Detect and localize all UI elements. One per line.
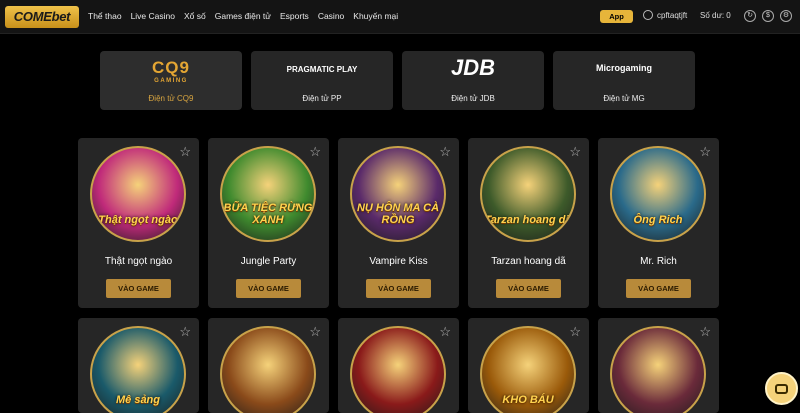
settings-icon[interactable]: ⚙ [780,10,792,22]
app-download-button[interactable]: App [600,10,633,23]
provider-label: Điện tử MG [603,94,645,103]
nav-promotions[interactable]: Khuyến mại [353,11,398,21]
game-thumbnail[interactable] [220,326,316,413]
nav-sports[interactable]: Thể thao [88,11,122,21]
favorite-star-icon[interactable]: ☆ [699,144,711,160]
provider-tab-cq9[interactable]: CQ9 GAMING Điện tử CQ9 [100,51,242,110]
user-account[interactable]: cpftaqtjft [643,10,687,20]
game-card[interactable]: Thật ngọt ngào ☆ Thật ngọt ngào VÀO GAME [78,138,199,308]
username: cpftaqtjft [657,10,688,20]
game-card[interactable]: BỮA TIỆC RỪNG XANH ☆ Jungle Party VÀO GAME [208,138,329,308]
provider-tab-mg[interactable]: Microgaming Điện tử MG [553,51,695,110]
game-thumbnail-title: BỮA TIỆC RỪNG XANH [223,202,313,226]
provider-tabs: CQ9 GAMING Điện tử CQ9 PRAGMATIC PLAY Điệ… [100,51,695,110]
game-thumbnail-title: Ông Rich [633,214,683,226]
game-thumbnail[interactable] [610,326,706,413]
pragmatic-play-logo: PRAGMATIC PLAY [286,65,358,74]
game-thumbnail[interactable]: Tarzan hoang dã [480,146,576,242]
favorite-star-icon[interactable]: ☆ [569,144,581,160]
favorite-star-icon[interactable]: ☆ [309,144,321,160]
game-card[interactable]: KHO BÁU ☆ [468,318,589,413]
game-thumbnail[interactable]: BỮA TIỆC RỪNG XANH [220,146,316,242]
provider-tab-jdb[interactable]: JDB Điện tử JDB [402,51,544,110]
game-grid: Thật ngọt ngào ☆ Thật ngọt ngào VÀO GAME BỮA… [78,138,719,413]
game-card[interactable]: ☆ [208,318,329,413]
game-thumbnail-title: Mê sảng [115,394,160,406]
enter-game-button[interactable]: VÀO GAME [366,279,431,298]
dollar-icon[interactable]: $ [762,10,774,22]
user-icon [643,10,653,20]
jdb-logo: JDB [450,55,495,80]
game-thumbnail-title: KHO BÁU [502,394,554,406]
provider-label: Điện tử JDB [451,94,495,103]
enter-game-button[interactable]: VÀO GAME [496,279,561,298]
enter-game-button[interactable]: VÀO GAME [236,279,301,298]
favorite-star-icon[interactable]: ☆ [569,324,581,340]
game-name: Jungle Party [240,256,297,267]
enter-game-button[interactable]: VÀO GAME [626,279,691,298]
game-name: Tarzan hoang dã [491,256,566,267]
game-card[interactable]: Tarzan hoang dã ☆ Tarzan hoang dã VÀO GAME [468,138,589,308]
chat-support-button[interactable] [765,372,798,405]
microgaming-logo: Microgaming [595,63,652,73]
provider-label: Điện tử PP [302,94,342,103]
refresh-icon[interactable]: ↻ [744,10,756,22]
game-thumbnail[interactable] [350,326,446,413]
nav-live-casino[interactable]: Live Casino [131,11,175,21]
favorite-star-icon[interactable]: ☆ [439,144,451,160]
chat-icon [775,384,788,394]
game-thumbnail[interactable]: KHO BÁU [480,326,576,413]
game-thumbnail-title: Thật ngọt ngào [98,214,178,226]
game-card[interactable]: Mê sảng ☆ [78,318,199,413]
favorite-star-icon[interactable]: ☆ [179,144,191,160]
main-nav: Thể thao Live Casino Xổ số Games điện tử… [88,11,398,21]
balance-label: Số dư: [700,11,725,20]
game-name: Vampire Kiss [369,256,428,267]
nav-esports[interactable]: Esports [280,11,309,21]
game-thumbnail[interactable]: NỤ HÔN MA CÀ RỒNG [350,146,446,242]
provider-tab-pp[interactable]: PRAGMATIC PLAY Điện tử PP [251,51,393,110]
game-thumbnail[interactable]: Ông Rich [610,146,706,242]
provider-label: Điện tử CQ9 [148,94,194,103]
nav-casino[interactable]: Casino [318,11,344,21]
favorite-star-icon[interactable]: ☆ [309,324,321,340]
favorite-star-icon[interactable]: ☆ [179,324,191,340]
game-thumbnail[interactable]: Thật ngọt ngào [90,146,186,242]
game-card[interactable]: ☆ [598,318,719,413]
balance-value: 0 [726,11,731,20]
enter-game-button[interactable]: VÀO GAME [106,279,171,298]
game-card[interactable]: Ông Rich ☆ Mr. Rich VÀO GAME [598,138,719,308]
game-name: Thật ngọt ngào [104,256,173,267]
top-navigation-bar: COMEbet Thể thao Live Casino Xổ số Games… [0,0,800,34]
nav-slot-games[interactable]: Games điện tử [215,11,271,21]
balance: Số dư: 0 [700,11,731,20]
game-thumbnail-title: NỤ HÔN MA CÀ RỒNG [356,202,440,226]
nav-lottery[interactable]: Xổ số [184,11,206,21]
favorite-star-icon[interactable]: ☆ [699,324,711,340]
game-thumbnail[interactable]: Mê sảng [90,326,186,413]
cq9-logo: CQ9 GAMING [152,58,190,84]
game-card[interactable]: ☆ [338,318,459,413]
game-thumbnail-title: Tarzan hoang dã [484,214,572,226]
game-name: Mr. Rich [640,256,677,267]
comebet-logo[interactable]: COMEbet [5,6,79,28]
game-card[interactable]: NỤ HÔN MA CÀ RỒNG ☆ Vampire Kiss VÀO GAME [338,138,459,308]
favorite-star-icon[interactable]: ☆ [439,324,451,340]
